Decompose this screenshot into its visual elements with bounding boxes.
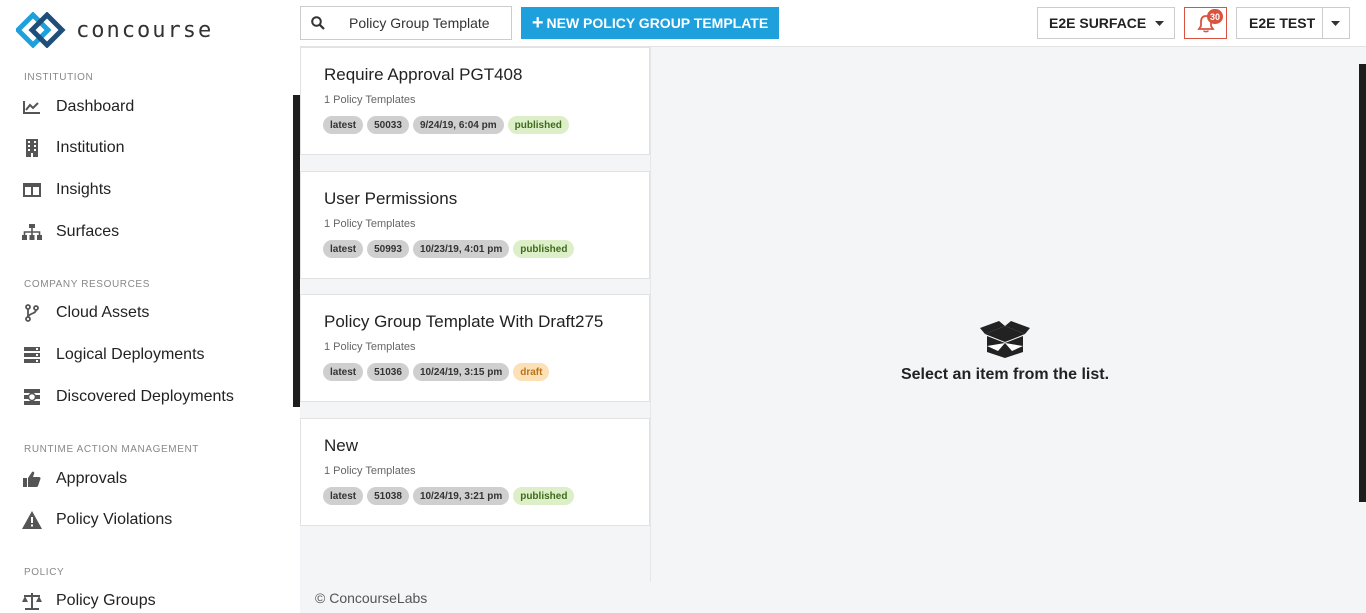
sidebar-item-label: Policy Violations — [56, 511, 173, 528]
top-bar: + NEW POLICY GROUP TEMPLATE E2E SURFACE … — [300, 0, 1366, 47]
list-item[interactable]: Policy Group Template With Draft275 1 Po… — [300, 294, 650, 402]
section-title-policy: POLICY — [24, 567, 65, 578]
open-box-icon — [980, 321, 1030, 358]
brand-logo[interactable]: concourse — [16, 12, 213, 48]
sidebar-item-label: Discovered Deployments — [56, 388, 234, 405]
caret-down-icon — [1155, 21, 1164, 26]
list-item[interactable]: New 1 Policy Templates latest 51038 10/2… — [300, 418, 650, 526]
date-tag: 10/23/19, 4:01 pm — [412, 240, 510, 258]
sidebar-item-dashboard[interactable]: Dashboard — [22, 95, 134, 119]
date-tag: 9/24/19, 6:04 pm — [412, 116, 504, 134]
columns-icon — [22, 180, 42, 200]
item-tags: latest 50033 9/24/19, 6:04 pm published — [323, 116, 569, 134]
section-title-institution: INSTITUTION — [24, 72, 94, 83]
sidebar-item-policy-violations[interactable]: Policy Violations — [22, 508, 172, 532]
status-badge: published — [513, 240, 575, 258]
sidebar-item-approvals[interactable]: Approvals — [22, 467, 127, 491]
sidebar-item-label: Approvals — [56, 470, 128, 487]
item-tags: latest 51036 10/24/19, 3:15 pm draft — [323, 363, 550, 381]
branch-icon — [22, 303, 42, 323]
user-dropdown-label: E2E TEST — [1249, 15, 1316, 31]
detail-empty-state: Select an item from the list. — [900, 320, 1110, 384]
sidebar-item-institution[interactable]: Institution — [22, 136, 124, 160]
search-box — [300, 6, 512, 40]
version-tag: latest — [323, 116, 364, 134]
surface-dropdown[interactable]: E2E SURFACE — [1037, 7, 1175, 39]
sidebar-item-label: Policy Groups — [56, 592, 156, 609]
plus-icon: + — [531, 12, 544, 34]
item-tags: latest 51038 10/24/19, 3:21 pm published — [323, 487, 575, 505]
user-dropdown[interactable]: E2E TEST — [1236, 7, 1350, 39]
policy-group-template-list: Require Approval PGT408 1 Policy Templat… — [300, 47, 651, 582]
id-tag: 51036 — [367, 363, 409, 381]
date-tag: 10/24/19, 3:21 pm — [412, 487, 510, 505]
notifications-button[interactable]: 30 — [1184, 7, 1227, 39]
sidebar-item-label: Institution — [56, 139, 125, 156]
section-title-company-resources: COMPANY RESOURCES — [24, 279, 150, 290]
item-title: User Permissions — [324, 189, 458, 208]
item-subtitle: 1 Policy Templates — [324, 94, 416, 106]
surface-dropdown-label: E2E SURFACE — [1049, 15, 1147, 31]
balance-scale-icon — [22, 591, 42, 611]
brand-name: concourse — [76, 17, 214, 43]
search-icon — [301, 16, 335, 30]
dropdown-divider — [1322, 8, 1323, 38]
sidebar-scrollbar[interactable] — [293, 95, 300, 407]
sidebar-item-surfaces[interactable]: Surfaces — [22, 220, 119, 244]
version-tag: latest — [323, 240, 364, 258]
list-item[interactable]: Require Approval PGT408 1 Policy Templat… — [300, 47, 650, 155]
list-item[interactable]: User Permissions 1 Policy Templates late… — [300, 171, 650, 279]
version-tag: latest — [323, 363, 364, 381]
new-button-label: NEW POLICY GROUP TEMPLATE — [546, 15, 769, 31]
building-icon — [22, 138, 42, 158]
item-tags: latest 50993 10/23/19, 4:01 pm published — [323, 240, 575, 258]
notification-count-badge: 30 — [1207, 9, 1223, 24]
sidebar-item-logical-deployments[interactable]: Logical Deployments — [22, 343, 205, 367]
line-chart-icon — [22, 97, 42, 117]
id-tag: 51038 — [367, 487, 409, 505]
sidebar-item-label: Insights — [56, 181, 112, 198]
search-deployment-icon — [22, 387, 42, 407]
sidebar: concourse INSTITUTION Dashboard Institut… — [0, 0, 300, 613]
item-subtitle: 1 Policy Templates — [324, 465, 416, 477]
sidebar-item-label: Logical Deployments — [56, 346, 205, 363]
sidebar-item-label: Cloud Assets — [56, 304, 150, 321]
sidebar-item-insights[interactable]: Insights — [22, 178, 111, 202]
item-subtitle: 1 Policy Templates — [324, 341, 416, 353]
sidebar-item-label: Surfaces — [56, 223, 120, 240]
empty-state-message: Select an item from the list. — [900, 366, 1110, 383]
sidebar-item-discovered-deployments[interactable]: Discovered Deployments — [22, 385, 234, 409]
id-tag: 50033 — [367, 116, 409, 134]
item-title: New — [324, 436, 359, 455]
detail-scrollbar[interactable] — [1359, 64, 1366, 502]
date-tag: 10/24/19, 3:15 pm — [412, 363, 510, 381]
caret-down-icon — [1331, 21, 1340, 26]
item-title: Policy Group Template With Draft275 — [324, 312, 604, 331]
section-title-runtime-action-management: RUNTIME ACTION MANAGEMENT — [24, 444, 200, 455]
footer-copyright: © ConcourseLabs — [315, 590, 428, 606]
warning-icon — [22, 510, 42, 530]
sidebar-item-policy-groups[interactable]: Policy Groups — [22, 589, 156, 613]
status-badge: published — [507, 116, 569, 134]
concourse-logo-icon — [16, 12, 66, 48]
new-policy-group-template-button[interactable]: + NEW POLICY GROUP TEMPLATE — [521, 7, 779, 39]
search-input[interactable] — [335, 15, 505, 31]
item-title: Require Approval PGT408 — [324, 65, 523, 84]
status-badge: draft — [513, 363, 550, 381]
version-tag: latest — [323, 487, 364, 505]
sidebar-item-cloud-assets[interactable]: Cloud Assets — [22, 301, 149, 325]
server-icon — [22, 345, 42, 365]
sitemap-icon — [22, 222, 42, 242]
id-tag: 50993 — [367, 240, 409, 258]
thumbs-up-icon — [22, 469, 42, 489]
sidebar-item-label: Dashboard — [56, 98, 135, 115]
status-badge: published — [513, 487, 575, 505]
item-subtitle: 1 Policy Templates — [324, 218, 416, 230]
